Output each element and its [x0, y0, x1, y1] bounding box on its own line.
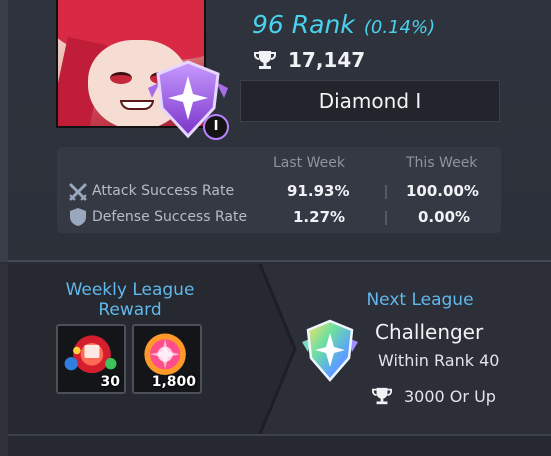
reward-slot-gems[interactable]: 30	[56, 324, 126, 394]
rank-percent: (0.14%)	[363, 17, 436, 38]
defense-this-week-value: 0.00%	[418, 208, 471, 226]
next-league-condition: Within Rank 40	[378, 351, 500, 370]
reward-count-orbs: 1,800	[151, 374, 196, 390]
panel-left-edge	[0, 0, 8, 262]
next-league-title: Next League	[366, 290, 474, 310]
column-header-last-week: Last Week	[273, 155, 345, 171]
attack-last-week-value: 91.93%	[287, 182, 350, 200]
weekly-league-reward-title: Weekly League Reward	[65, 280, 195, 320]
trophy-icon	[372, 387, 392, 405]
next-league-requirement: 3000 Or Up	[372, 386, 496, 406]
reward-count-gems: 30	[100, 374, 120, 390]
attack-success-rate-label: Attack Success Rate	[92, 183, 235, 199]
trophy-score-line: 17,147	[254, 48, 365, 72]
avatar-eye-left	[110, 72, 132, 84]
panel-bottom-divider	[8, 434, 551, 436]
next-league-name: Challenger	[375, 320, 484, 344]
next-league-trophy-requirement: 3000 Or Up	[404, 386, 496, 406]
crossed-swords-icon	[69, 183, 87, 201]
league-name: Diamond I	[318, 89, 422, 113]
trophy-icon	[254, 51, 276, 69]
challenger-league-emblem-icon	[302, 319, 358, 382]
column-header-this-week: This Week	[406, 155, 478, 171]
column-separator	[385, 185, 387, 199]
current-league-box: Diamond I	[240, 80, 500, 122]
defense-last-week-value: 1.27%	[293, 208, 346, 226]
reward-slot-orbs[interactable]: 1,800	[132, 324, 202, 394]
rank-line: 96 Rank (0.14%)	[252, 10, 435, 39]
column-separator	[385, 211, 387, 225]
attack-this-week-value: 100.00%	[406, 182, 479, 200]
defense-success-rate-label: Defense Success Rate	[92, 209, 248, 225]
rank-number: 96 Rank	[252, 10, 355, 39]
tier-badge: I	[203, 114, 229, 140]
trophy-score: 17,147	[288, 48, 366, 72]
shield-icon	[70, 208, 86, 226]
